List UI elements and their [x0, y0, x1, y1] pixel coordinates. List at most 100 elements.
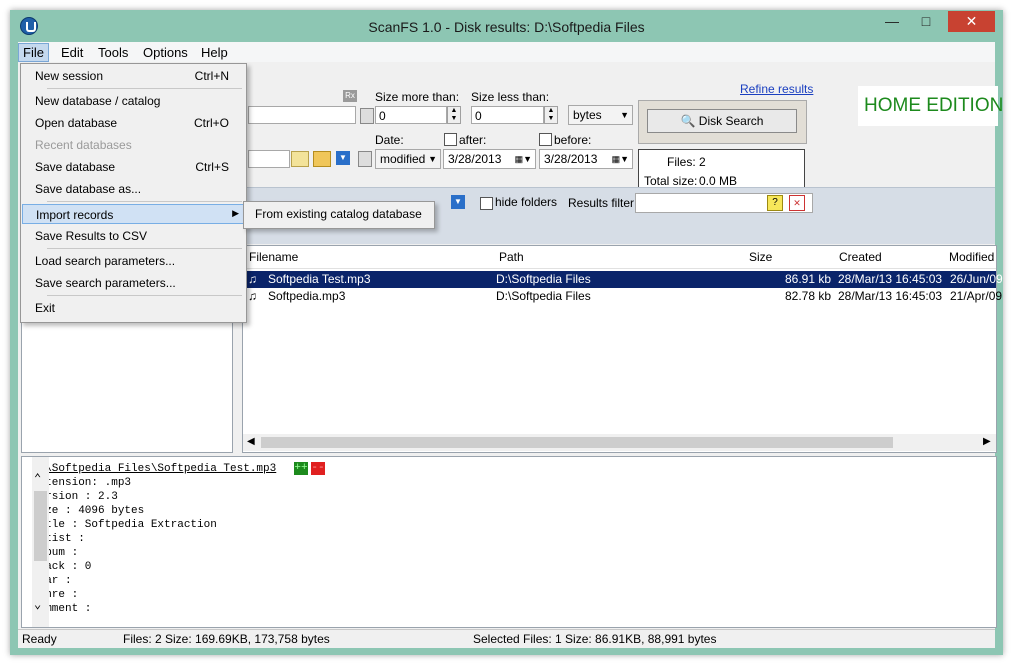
- close-button[interactable]: ✕: [948, 11, 995, 32]
- column-path[interactable]: Path: [499, 250, 524, 264]
- folder-icon[interactable]: [291, 151, 309, 167]
- menu-item-open-database[interactable]: Open database Ctrl+O: [22, 113, 244, 133]
- size-more-label: Size more than:: [375, 90, 460, 104]
- after-label: after:: [459, 133, 487, 147]
- menu-help[interactable]: Help: [201, 45, 228, 60]
- expand-button[interactable]: ++: [294, 462, 308, 475]
- menu-item-shortcut: Ctrl+S: [195, 160, 229, 174]
- scrollbar-thumb[interactable]: [34, 491, 47, 561]
- menu-item-shortcut: Ctrl+O: [193, 116, 229, 130]
- date-label: Date:: [375, 133, 404, 147]
- results-summary: Files: 2 Total size: 0.0 MB: [638, 149, 805, 191]
- chevron-down-icon: ▼: [428, 154, 437, 164]
- dropdown-icon[interactable]: ▼: [336, 151, 350, 165]
- hide-folders-checkbox[interactable]: [480, 197, 493, 210]
- column-filename[interactable]: Filename: [249, 250, 298, 264]
- date-type-select[interactable]: modified ▼: [375, 149, 441, 169]
- menu-item-save-search-params[interactable]: Save search parameters...: [22, 273, 244, 293]
- window-title: ScanFS 1.0 - Disk results: D:\Softpedia …: [368, 19, 645, 35]
- row-size: 82.78 kb: [785, 289, 832, 303]
- size-more-input[interactable]: 0: [375, 106, 447, 124]
- menu-tools[interactable]: Tools: [98, 45, 128, 60]
- horizontal-scrollbar[interactable]: ◀ ▶: [243, 434, 996, 451]
- menu-item-new-database[interactable]: New database / catalog: [22, 91, 244, 111]
- menu-item-load-search-params[interactable]: Load search parameters...: [22, 251, 244, 271]
- menu-item-save-database-as[interactable]: Save database as...: [22, 179, 244, 199]
- maximize-button[interactable]: □: [912, 11, 940, 32]
- menu-item-from-catalog[interactable]: From existing catalog database: [245, 204, 431, 224]
- after-checkbox[interactable]: [444, 133, 457, 146]
- disk-search-button[interactable]: 🔍 Disk Search: [647, 109, 797, 133]
- row-size: 86.91 kb: [785, 272, 832, 286]
- chevron-down-icon: ▼: [620, 110, 629, 120]
- name-input[interactable]: [248, 106, 356, 124]
- results-filter-label: Results filter:: [568, 196, 638, 210]
- regex-icon[interactable]: Rx: [343, 90, 357, 102]
- menu-separator: [47, 88, 242, 89]
- size-less-spinner[interactable]: ▲ ▼: [544, 106, 558, 124]
- clear-filter-icon[interactable]: ✕: [789, 195, 805, 211]
- menu-item-label: Open database: [35, 116, 118, 130]
- collapse-button[interactable]: --: [311, 462, 325, 475]
- detail-line: Title : Softpedia Extraction: [32, 519, 217, 531]
- detail-path: D:\Softpedia Files\Softpedia Test.mp3: [32, 463, 277, 475]
- scroll-left-icon[interactable]: ◀: [247, 436, 255, 447]
- row-filename: Softpedia.mp3: [268, 289, 346, 303]
- menu-options[interactable]: Options: [143, 45, 188, 60]
- results-filter-input[interactable]: [635, 193, 813, 213]
- scroll-down-icon[interactable]: ⌄: [34, 597, 41, 612]
- results-list: Filename Path Size Created Modified ♫ So…: [242, 245, 1003, 453]
- edition-label: HOME EDITION: [864, 95, 1004, 116]
- before-checkbox[interactable]: [539, 133, 552, 146]
- scroll-up-icon[interactable]: ⌃: [34, 471, 41, 486]
- column-modified[interactable]: Modified: [949, 250, 994, 264]
- menu-item-label: Save database as...: [35, 182, 142, 196]
- units-select[interactable]: bytes ▼: [568, 105, 633, 125]
- menu-item-save-results-csv[interactable]: Save Results to CSV: [22, 226, 244, 246]
- size-more-spinner[interactable]: ▲ ▼: [447, 106, 461, 124]
- units-value: bytes: [573, 108, 602, 122]
- details-panel: D:\Softpedia Files\Softpedia Test.mp3 ++…: [21, 456, 997, 628]
- menu-item-label: Save search parameters...: [35, 276, 176, 290]
- before-label: before:: [554, 133, 592, 147]
- calendar-icon: ▦▼: [611, 154, 629, 164]
- menu-edit[interactable]: Edit: [61, 45, 83, 60]
- column-created[interactable]: Created: [839, 250, 882, 264]
- row-filename: Softpedia Test.mp3: [268, 272, 371, 286]
- audio-file-icon: ♫: [248, 289, 257, 303]
- after-date-picker[interactable]: 3/28/2013 ▦▼: [443, 149, 536, 169]
- search-icon: 🔍: [680, 114, 696, 128]
- before-date-picker[interactable]: 3/28/2013 ▦▼: [539, 149, 633, 169]
- column-size[interactable]: Size: [749, 250, 772, 264]
- table-row[interactable]: ♫ Softpedia Test.mp3 D:\Softpedia Files …: [244, 271, 1003, 288]
- table-row[interactable]: ♫ Softpedia.mp3 D:\Softpedia Files 82.78…: [244, 288, 1002, 305]
- refine-results-link[interactable]: Refine results: [740, 82, 813, 96]
- menu-item-exit[interactable]: Exit: [22, 298, 244, 318]
- scroll-right-icon[interactable]: ▶: [983, 436, 991, 447]
- status-bar: Ready Files: 2 Size: 169.69KB, 173,758 b…: [18, 629, 995, 648]
- menu-item-label: Save database: [35, 160, 116, 174]
- size-less-label: Size less than:: [471, 90, 550, 104]
- menu-item-new-session[interactable]: New session Ctrl+N: [22, 66, 244, 86]
- menu-separator: [47, 295, 242, 296]
- scrollbar-thumb[interactable]: [261, 437, 893, 448]
- row-created: 28/Mar/13 16:45:03: [838, 272, 943, 286]
- dropdown-icon[interactable]: ▼: [451, 195, 465, 209]
- menu-item-import-records[interactable]: Import records ▶: [22, 204, 244, 224]
- help-icon[interactable]: ?: [767, 195, 783, 211]
- vertical-scrollbar[interactable]: ⌃ ⌄: [32, 457, 49, 627]
- minimize-button[interactable]: —: [878, 11, 906, 32]
- size-less-input[interactable]: 0: [471, 106, 544, 124]
- menu-item-save-database[interactable]: Save database Ctrl+S: [22, 157, 244, 177]
- menu-separator: [47, 201, 242, 202]
- list-icon[interactable]: [358, 151, 372, 167]
- list-header: Filename Path Size Created Modified: [243, 246, 996, 269]
- row-modified: 26/Jun/09: [950, 272, 1003, 286]
- path-input[interactable]: [248, 150, 290, 168]
- status-files: Files: 2 Size: 169.69KB, 173,758 bytes: [123, 632, 330, 646]
- open-folder-icon[interactable]: [313, 151, 331, 167]
- total-size-value: 0.0 MB: [699, 174, 738, 188]
- list-icon[interactable]: [360, 108, 374, 124]
- menu-file[interactable]: File: [18, 43, 49, 62]
- menu-item-label: New session: [35, 69, 104, 83]
